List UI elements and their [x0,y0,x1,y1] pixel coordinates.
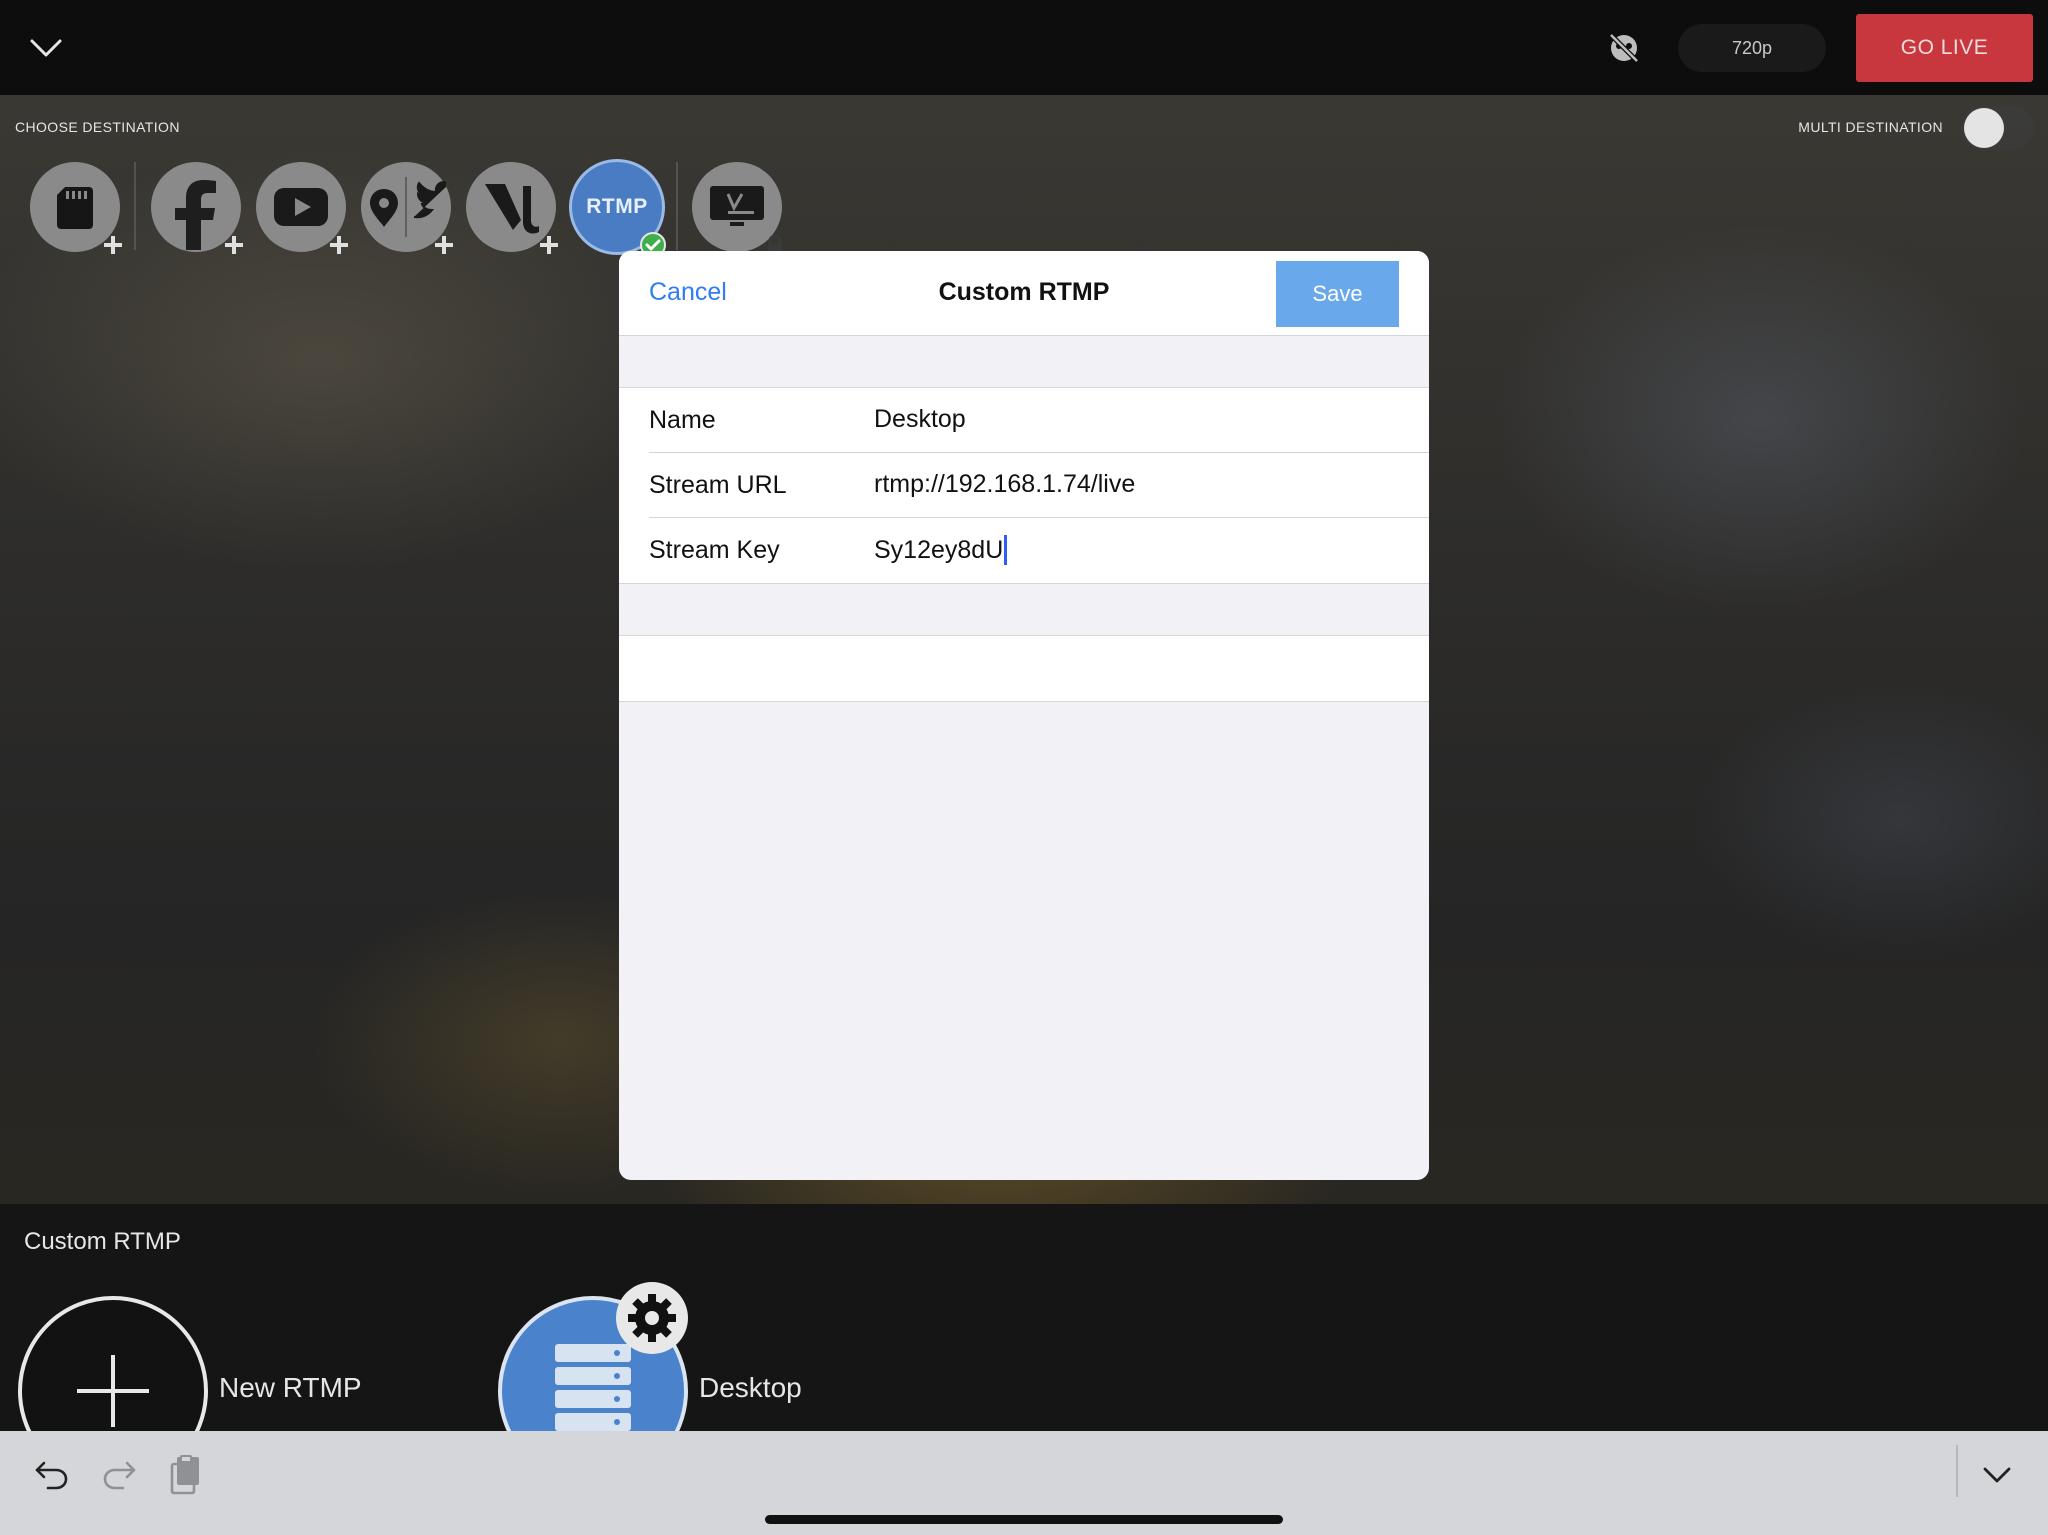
go-live-button[interactable]: GO LIVE [1856,14,2033,82]
name-row: Name Desktop [619,388,1429,453]
plus-badge-icon [100,232,126,258]
stream-url-row: Stream URL rtmp://192.168.1.74/live [619,453,1429,518]
resolution-selector[interactable]: 720p [1678,24,1826,72]
destination-divider [676,162,678,250]
destination-facebook[interactable] [151,162,243,254]
gear-icon [628,1294,676,1342]
chevron-down-icon [30,39,62,57]
destination-vimeo[interactable] [692,162,782,255]
facebook-icon [175,180,216,250]
multi-destination-label: MULTI DESTINATION [1798,119,1943,135]
choose-destination-label: CHOOSE DESTINATION [15,119,180,135]
periscope-twitter-icon [370,177,446,237]
restream-icon [485,184,539,234]
destination-rtmp[interactable]: RTMP [569,159,666,258]
server-icon [555,1344,631,1431]
stream-key-field[interactable]: Sy12ey8dU [874,535,1008,565]
plus-badge-icon [221,232,247,258]
settings-button[interactable] [616,1282,688,1354]
stream-key-label: Stream Key [649,536,780,564]
undo-button[interactable] [30,1453,74,1497]
destination-restream[interactable] [466,162,558,254]
plus-icon-vertical [111,1355,115,1427]
plus-badge-icon [431,232,457,258]
name-field[interactable]: Desktop [874,405,966,434]
destination-periscope-twitter[interactable] [361,162,453,254]
eye-slash-icon [1609,33,1639,63]
multi-destination-toggle[interactable] [1962,106,2034,150]
empty-form-row [619,635,1429,702]
desktop-server-label: Desktop [699,1372,802,1403]
chevron-down-icon [1983,1467,2011,1483]
destination-sd-card[interactable] [30,162,122,254]
saved-servers-panel: Custom RTMP New RTMP Desktop [0,1204,2048,1431]
redo-button[interactable] [97,1453,141,1497]
clipboard-icon [170,1455,199,1495]
undo-icon [35,1461,68,1490]
redo-icon [103,1461,136,1490]
modal-header: Cancel Custom RTMP Save [619,251,1429,336]
new-rtmp-label: New RTMP [219,1372,362,1403]
app-root: 720p GO LIVE CHOOSE DESTINATION MULTI DE… [0,0,2048,1535]
plus-badge-icon [536,232,562,258]
home-indicator [765,1515,1283,1524]
youtube-icon [274,188,328,226]
destination-divider [134,162,136,250]
toggle-knob [1964,108,2004,148]
sd-card-icon [57,187,93,229]
privacy-toggle-button[interactable] [1604,28,1644,68]
accessory-divider [1956,1445,1958,1497]
plus-badge-icon [326,232,352,258]
new-rtmp-button[interactable] [18,1296,208,1431]
stream-url-field-value: rtmp://192.168.1.74/live [874,470,1136,498]
keyboard-accessory-bar [0,1431,2048,1535]
paste-button[interactable] [164,1453,208,1497]
rtmp-label: RTMP [586,195,648,218]
stream-url-label: Stream URL [649,471,787,499]
stream-key-row: Stream Key Sy12ey8dU [619,518,1429,583]
save-button[interactable]: Save [1276,261,1399,327]
stream-url-field[interactable]: rtmp://192.168.1.74/live [874,470,1135,499]
dismiss-keyboard-button[interactable] [1975,1453,2019,1497]
collapse-button[interactable] [26,30,66,66]
name-field-value: Desktop [874,405,966,433]
rtmp-form: Name Desktop Stream URL rtmp://192.168.1… [619,387,1429,584]
vimeo-icon [710,186,764,226]
top-bar: 720p GO LIVE [0,0,2048,95]
destination-youtube[interactable] [256,162,348,254]
custom-rtmp-modal: Cancel Custom RTMP Save Name Desktop Str… [619,251,1429,1180]
stream-key-field-value: Sy12ey8dU [874,535,1004,564]
text-caret [1004,535,1008,565]
name-label: Name [649,406,716,434]
section-title: Custom RTMP [24,1228,181,1255]
